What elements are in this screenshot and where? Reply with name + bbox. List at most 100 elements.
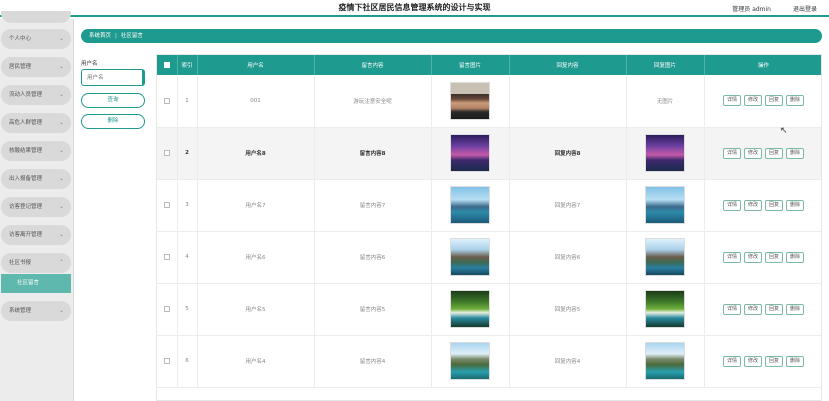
row-checkbox[interactable] xyxy=(157,283,178,336)
checkbox-icon xyxy=(163,97,170,104)
sidebar-item-visitor-register[interactable]: 访客登记管理 ⌄ xyxy=(1,197,71,217)
cell-reply xyxy=(509,75,627,128)
cell-actions: 详情 修改 回复 删除 xyxy=(704,127,821,180)
edit-button[interactable]: 修改 xyxy=(744,199,762,211)
reply-button[interactable]: 回复 xyxy=(765,355,783,367)
sidebar-item-label: 高危人群管理 xyxy=(9,120,43,126)
sidebar-top-stub xyxy=(1,11,71,23)
cell-index: 6 xyxy=(177,335,198,388)
checkbox-icon xyxy=(163,61,170,68)
detail-button[interactable]: 详情 xyxy=(723,355,741,367)
delete-row-button[interactable]: 删除 xyxy=(786,355,804,367)
delete-row-button[interactable]: 删除 xyxy=(786,199,804,211)
message-image[interactable] xyxy=(450,134,490,172)
cell-message: 留言内容6 xyxy=(314,231,432,284)
delete-row-button[interactable]: 删除 xyxy=(786,303,804,315)
cell-index: 3 xyxy=(177,179,198,232)
detail-button[interactable]: 详情 xyxy=(723,147,741,159)
table-row: 5 用户名5 留言内容5 回复内容5 详情 修改 回复 删除 xyxy=(157,283,821,336)
cell-message-image xyxy=(431,283,510,336)
cell-message: 留言内容4 xyxy=(314,335,432,388)
reply-button[interactable]: 回复 xyxy=(765,251,783,263)
cell-index: 2 xyxy=(177,127,198,180)
reply-image[interactable] xyxy=(645,290,685,328)
sidebar-item-nucleic[interactable]: 核酸结果管理 ⌄ xyxy=(1,141,71,161)
cell-actions: 详情 修改 回复 删除 xyxy=(704,335,821,388)
row-checkbox[interactable] xyxy=(157,231,178,284)
delete-row-button[interactable]: 删除 xyxy=(786,251,804,263)
message-image[interactable] xyxy=(450,342,490,380)
cell-username: 001 xyxy=(197,75,315,128)
message-image[interactable] xyxy=(450,81,490,120)
edit-button[interactable]: 修改 xyxy=(744,95,762,107)
breadcrumb-separator: | xyxy=(115,33,117,39)
sidebar-item-system[interactable]: 系统管理 ⌄ xyxy=(1,301,71,321)
logout-link[interactable]: 退出登录 xyxy=(793,4,817,13)
message-image[interactable] xyxy=(450,290,490,328)
query-button[interactable]: 查询 xyxy=(81,93,145,108)
edit-button[interactable]: 修改 xyxy=(744,355,762,367)
delete-row-button[interactable]: 删除 xyxy=(786,147,804,159)
chevron-down-icon: ⌄ xyxy=(58,307,64,314)
column-header: 留言内容 xyxy=(314,55,432,75)
cell-actions: 详情 修改 回复 删除 xyxy=(704,283,821,336)
sidebar-item-profile[interactable]: 个人中心 ⌄ xyxy=(1,29,71,49)
delete-button[interactable]: 删除 xyxy=(81,114,145,129)
sidebar-item-high-risk[interactable]: 高危人群管理 ⌄ xyxy=(1,113,71,133)
row-checkbox[interactable] xyxy=(157,335,178,388)
sidebar-item-inout[interactable]: 出入报备管理 ⌄ xyxy=(1,169,71,189)
row-checkbox[interactable] xyxy=(157,127,178,180)
table-row: 3 用户名7 留言内容7 回复内容7 详情 修改 回复 删除 xyxy=(157,179,821,232)
sidebar-item-floating[interactable]: 流动人员管理 ⌄ xyxy=(1,85,71,105)
chevron-down-icon: ⌄ xyxy=(58,35,64,42)
sidebar-item-label: 个人中心 xyxy=(9,36,32,42)
detail-button[interactable]: 详情 xyxy=(723,303,741,315)
column-header: 回复图片 xyxy=(626,55,705,75)
sidebar-item-residents[interactable]: 居民管理 ⌄ xyxy=(1,57,71,77)
reply-button[interactable]: 回复 xyxy=(765,95,783,107)
table-row: 4 用户名6 留言内容6 回复内容6 详情 修改 回复 删除 xyxy=(157,231,821,284)
delete-row-button[interactable]: 删除 xyxy=(786,95,804,107)
chevron-down-icon: ⌄ xyxy=(58,147,64,154)
table-row: 2 用户名8 留言内容8 回复内容8 详情 修改 回复 删除 xyxy=(157,127,821,180)
detail-button[interactable]: 详情 xyxy=(723,251,741,263)
cell-reply: 回复内容7 xyxy=(509,179,627,232)
reply-button[interactable]: 回复 xyxy=(765,303,783,315)
reply-image[interactable] xyxy=(645,238,685,276)
row-checkbox[interactable] xyxy=(157,75,178,128)
sidebar-item-label: 系统管理 xyxy=(9,308,32,314)
breadcrumb-home[interactable]: 系统首页 xyxy=(89,33,111,39)
edit-button[interactable]: 修改 xyxy=(744,147,762,159)
detail-button[interactable]: 详情 xyxy=(723,95,741,107)
sidebar-item-label: 访客登记管理 xyxy=(9,204,43,210)
chevron-down-icon: ⌄ xyxy=(58,63,64,70)
select-all-checkbox[interactable] xyxy=(157,55,178,75)
cell-username: 用户名7 xyxy=(197,179,315,232)
reply-button[interactable]: 回复 xyxy=(765,147,783,159)
reply-image[interactable] xyxy=(645,134,685,172)
sidebar-subitem-messages[interactable]: 社区留言 xyxy=(1,274,71,293)
reply-image[interactable] xyxy=(645,342,685,380)
message-image[interactable] xyxy=(450,186,490,224)
reply-image[interactable] xyxy=(645,186,685,224)
messages-table: 索引 用户名 留言内容 留言图片 回复内容 回复图片 操作 1 001 游玩注意安全… xyxy=(156,54,822,401)
cell-index: 1 xyxy=(177,75,198,128)
table-row: 1 001 游玩注意安全呢 无图片 详情 修改 回复 删除 xyxy=(157,75,821,128)
message-image[interactable] xyxy=(450,238,490,276)
row-checkbox[interactable] xyxy=(157,179,178,232)
sidebar-item-visitor-leave[interactable]: 访客离开管理 ⌄ xyxy=(1,225,71,245)
chevron-down-icon: ⌄ xyxy=(58,175,64,182)
reply-button[interactable]: 回复 xyxy=(765,199,783,211)
cell-reply: 回复内容5 xyxy=(509,283,627,336)
chevron-down-icon: ⌄ xyxy=(58,119,64,126)
cell-message-image xyxy=(431,127,510,180)
cell-username: 用户名6 xyxy=(197,231,315,284)
search-label: 用户名 xyxy=(81,61,98,67)
sidebar-item-community[interactable]: 社区书报 ⌃ xyxy=(1,253,71,273)
edit-button[interactable]: 修改 xyxy=(744,303,762,315)
cell-actions: 详情 修改 回复 删除 xyxy=(704,179,821,232)
search-input[interactable] xyxy=(81,69,145,86)
edit-button[interactable]: 修改 xyxy=(744,251,762,263)
sidebar-item-label: 出入报备管理 xyxy=(9,176,43,182)
detail-button[interactable]: 详情 xyxy=(723,199,741,211)
